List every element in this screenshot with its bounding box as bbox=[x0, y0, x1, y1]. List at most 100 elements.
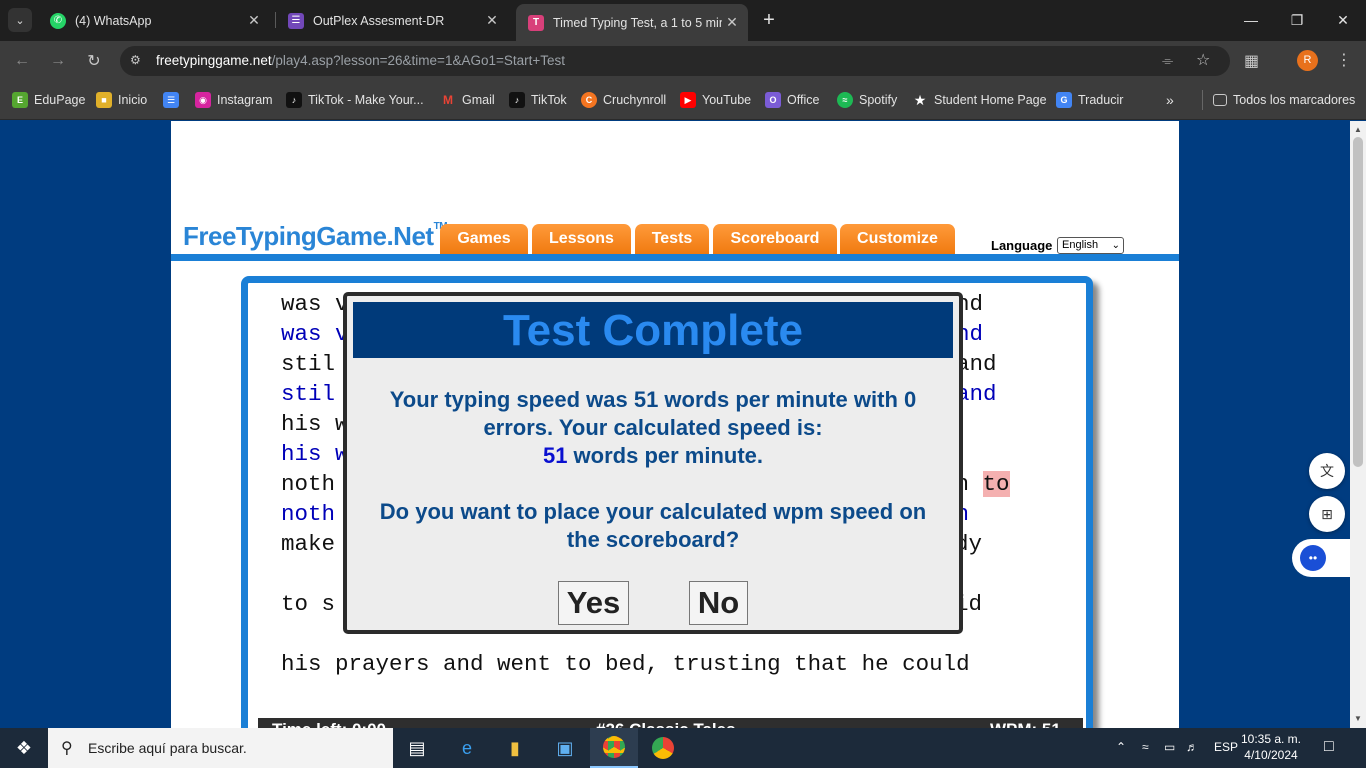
task-view-icon[interactable]: ▤ bbox=[393, 728, 441, 768]
star-logo-icon: ★ bbox=[912, 91, 928, 108]
control-panel-icon[interactable]: ▣ bbox=[541, 728, 589, 768]
tab-search-chevron-icon[interactable]: ⌄ bbox=[8, 8, 32, 32]
dialog-result-line1: Your typing speed was 51 words per minut… bbox=[389, 387, 917, 412]
address-bar[interactable]: ⚙ freetypinggame.net/play4.asp?lesson=26… bbox=[120, 46, 1230, 76]
line-text: his w bbox=[281, 411, 349, 437]
line-text: his prayers and went to bed, trusting th… bbox=[281, 651, 970, 677]
bookmarks-divider bbox=[1202, 90, 1203, 110]
bookmarks-folder-all[interactable]: Todos los marcadores bbox=[1213, 91, 1355, 109]
bookmark-crunchyroll[interactable]: C Cruchynroll bbox=[581, 91, 666, 109]
bookmark-spotify[interactable]: ≈ Spotify bbox=[837, 91, 897, 109]
edupage-icon: E bbox=[12, 92, 28, 108]
chrome-icon[interactable] bbox=[639, 728, 687, 768]
source-line: was v bbox=[281, 291, 349, 317]
url-text: freetypinggame.net/play4.asp?lesson=26&t… bbox=[156, 53, 565, 68]
wifi-icon[interactable]: ≈ bbox=[1142, 740, 1149, 754]
dialog-question-line2: the scoreboard? bbox=[566, 527, 740, 552]
bookmark-label: EduPage bbox=[34, 93, 86, 107]
assistant-side-button[interactable]: •• bbox=[1292, 539, 1350, 577]
bookmark-student-home[interactable]: ★ Student Home Page bbox=[912, 91, 1047, 109]
restore-icon[interactable]: ❐ bbox=[1274, 0, 1320, 40]
input-language[interactable]: ESP bbox=[1214, 740, 1238, 754]
apps-grid-icon[interactable]: ⊞ bbox=[1309, 496, 1345, 532]
close-tab-icon[interactable]: ✕ bbox=[722, 14, 742, 31]
bookmark-inicio[interactable]: ■ Inicio bbox=[96, 91, 147, 109]
bookmark-gmail[interactable]: M Gmail bbox=[440, 91, 495, 109]
nav-tests[interactable]: Tests bbox=[635, 224, 709, 254]
profile-avatar[interactable]: R bbox=[1297, 50, 1318, 71]
close-tab-icon[interactable]: ✕ bbox=[482, 12, 502, 29]
menu-kebab-icon[interactable]: ⋮ bbox=[1336, 50, 1352, 70]
edge-icon[interactable]: e bbox=[443, 728, 491, 768]
bookmark-label: Spotify bbox=[859, 93, 898, 107]
bookmark-label: TikTok bbox=[531, 93, 567, 107]
scrollbar-thumb[interactable] bbox=[1353, 137, 1363, 467]
bookmark-edupage[interactable]: E EduPage bbox=[12, 91, 85, 109]
bookmark-docs[interactable]: ☰ bbox=[163, 91, 185, 109]
chrome-icon-active[interactable] bbox=[590, 728, 638, 768]
nav-scoreboard[interactable]: Scoreboard bbox=[713, 224, 837, 254]
site-logo[interactable]: FreeTypingGame.NetTM bbox=[183, 221, 448, 252]
line-text: make bbox=[281, 531, 336, 557]
chevron-down-icon: ⌄ bbox=[1111, 240, 1120, 251]
yes-button[interactable]: Yes bbox=[558, 581, 629, 625]
tab-typing-test[interactable]: T Timed Typing Test, a 1 to 5 min ✕ bbox=[516, 4, 748, 41]
nav-lessons[interactable]: Lessons bbox=[532, 224, 631, 254]
close-tab-icon[interactable]: ✕ bbox=[244, 12, 264, 29]
battery-icon[interactable]: ▭ bbox=[1164, 740, 1175, 754]
reload-icon[interactable]: ↻ bbox=[82, 49, 106, 73]
nav-customize[interactable]: Customize bbox=[840, 224, 955, 254]
typed-line: was v bbox=[281, 321, 349, 347]
spotify-icon: ≈ bbox=[837, 92, 853, 108]
nav-games[interactable]: Games bbox=[440, 224, 528, 254]
tray-chevron-up-icon[interactable]: ⌃ bbox=[1116, 740, 1126, 754]
bookmark-label: Cruchynroll bbox=[603, 93, 667, 107]
bookmark-office[interactable]: O Office bbox=[765, 91, 819, 109]
docs-icon: ☰ bbox=[163, 92, 179, 108]
taskbar-search[interactable]: ⚲ Escribe aquí para buscar. bbox=[48, 728, 393, 768]
scroll-down-icon[interactable]: ▼ bbox=[1350, 712, 1366, 726]
source-line: his w bbox=[281, 411, 349, 437]
forward-arrow-icon[interactable]: → bbox=[46, 49, 70, 73]
language-value: English bbox=[1062, 239, 1099, 251]
bookmark-tiktok-make[interactable]: ♪ TikTok - Make Your... bbox=[286, 91, 424, 109]
volume-icon[interactable]: ♬ bbox=[1186, 740, 1198, 754]
translate-side-icon[interactable]: 文 bbox=[1309, 453, 1345, 489]
tab-outplex[interactable]: ☰ OutPlex Assesment-DR ✕ bbox=[276, 6, 508, 35]
tiktok-icon: ♪ bbox=[509, 92, 525, 108]
dialog-speed-line: 51 words per minute. bbox=[353, 442, 953, 470]
bookmarks-bar: E EduPage ■ Inicio ☰ ◉ Instagram ♪ TikTok - … bbox=[0, 80, 1366, 120]
new-tab-plus-icon[interactable]: + bbox=[758, 8, 780, 32]
more-bookmarks-chevron-icon[interactable]: » bbox=[1166, 91, 1174, 109]
bookmark-traducir[interactable]: G Traducir bbox=[1056, 91, 1123, 109]
site-info-icon[interactable]: ⚙ bbox=[130, 53, 146, 69]
bookmark-tiktok[interactable]: ♪ TikTok bbox=[509, 91, 567, 109]
crunchyroll-icon: C bbox=[581, 92, 597, 108]
windows-start-icon[interactable]: ❖ bbox=[0, 728, 48, 768]
language-select[interactable]: English ⌄ bbox=[1057, 237, 1124, 254]
dialog-result-line2: errors. Your calculated speed is: bbox=[483, 415, 823, 440]
page-scrollbar[interactable]: ▲ ▼ bbox=[1350, 121, 1366, 728]
chrome-logo bbox=[652, 737, 674, 759]
logo-text: FreeTypingGame.Net bbox=[183, 221, 434, 251]
dialog-question-line1: Do you want to place your calculated wpm… bbox=[379, 499, 927, 524]
scroll-up-icon[interactable]: ▲ bbox=[1350, 123, 1366, 137]
bookmark-label: Traducir bbox=[1078, 93, 1124, 107]
minimize-icon[interactable]: — bbox=[1228, 0, 1274, 40]
file-explorer-icon[interactable]: ▮ bbox=[491, 728, 539, 768]
tab-whatsapp[interactable]: ✆ (4) WhatsApp ✕ bbox=[38, 6, 270, 35]
no-button[interactable]: No bbox=[689, 581, 748, 625]
notifications-icon[interactable]: □ bbox=[1324, 738, 1334, 756]
bookmark-instagram[interactable]: ◉ Instagram bbox=[195, 91, 273, 109]
translate-icon[interactable]: ⌯ bbox=[1162, 52, 1173, 69]
taskbar-clock[interactable]: 10:35 a. m. 4/10/2024 bbox=[1236, 731, 1306, 763]
search-icon: ⚲ bbox=[61, 740, 73, 757]
extensions-icon[interactable]: ▦ bbox=[1244, 51, 1259, 71]
line-text: to s bbox=[281, 591, 336, 617]
office-icon: O bbox=[765, 92, 781, 108]
back-arrow-icon[interactable]: ← bbox=[10, 49, 34, 73]
close-window-icon[interactable]: ✕ bbox=[1320, 0, 1366, 40]
bookmark-star-icon[interactable]: ☆ bbox=[1196, 50, 1210, 70]
lesson-name: #26 Classic Tales bbox=[596, 720, 736, 728]
bookmark-youtube[interactable]: ▶ YouTube bbox=[680, 91, 751, 109]
